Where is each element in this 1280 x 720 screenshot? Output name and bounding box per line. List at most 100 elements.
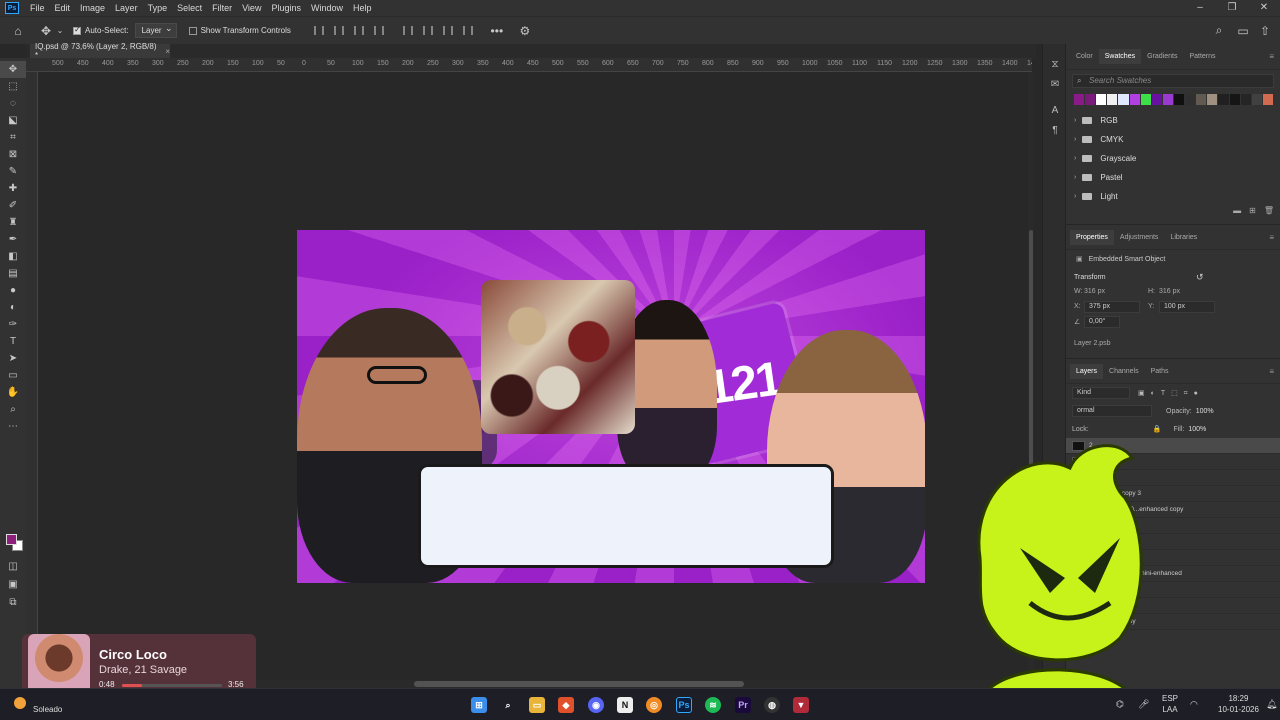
- new-swatch-icon[interactable]: ⊞: [1249, 206, 1256, 220]
- gradient-tool-icon[interactable]: ▤: [0, 265, 26, 282]
- foreground-color-swatch[interactable]: [6, 534, 17, 545]
- stamp-tool-icon[interactable]: ♜: [0, 214, 26, 231]
- blender-icon[interactable]: ◎: [646, 697, 662, 713]
- x-field[interactable]: 375 px: [1084, 301, 1140, 313]
- tab-channels[interactable]: Channels: [1103, 364, 1145, 379]
- lock-all-icon[interactable]: 🔒: [1153, 425, 1162, 433]
- swatch-group-light[interactable]: › Light: [1066, 187, 1280, 206]
- frame-tool-icon[interactable]: ⊠: [0, 146, 26, 163]
- h-value[interactable]: 316 px: [1159, 288, 1180, 295]
- notion-icon[interactable]: N: [617, 697, 633, 713]
- menu-item-filter[interactable]: Filter: [207, 3, 237, 13]
- swatch[interactable]: [1173, 94, 1185, 105]
- chevron-right-icon[interactable]: ›: [1074, 136, 1076, 143]
- swatch[interactable]: [1129, 94, 1140, 105]
- horizontal-scroll-thumb[interactable]: [414, 681, 744, 687]
- swatch[interactable]: [1251, 94, 1262, 105]
- menu-item-image[interactable]: Image: [75, 3, 110, 13]
- path-select-icon[interactable]: ➤: [0, 350, 26, 367]
- paragraph-icon[interactable]: ¶: [1043, 120, 1067, 140]
- swatch[interactable]: [1240, 94, 1251, 105]
- document-tab[interactable]: IQ.psd @ 73,6% (Layer 2, RGB/8) * ×: [30, 42, 170, 60]
- tab-layers[interactable]: Layers: [1070, 363, 1104, 379]
- blur-tool-icon[interactable]: ●: [0, 282, 26, 299]
- swatch[interactable]: [1162, 94, 1173, 105]
- minimize-icon[interactable]: –: [1184, 0, 1216, 16]
- close-tab-icon[interactable]: ×: [165, 47, 170, 56]
- windows-start-icon[interactable]: ⊞: [471, 697, 487, 713]
- search-icon[interactable]: ⌕: [1210, 22, 1228, 40]
- distribute-icon[interactable]: [373, 26, 384, 35]
- panel-menu-icon[interactable]: ≡: [1269, 233, 1274, 242]
- swatch-group-cmyk[interactable]: › CMYK: [1066, 130, 1280, 149]
- weather-icon[interactable]: [14, 697, 26, 709]
- menu-item-plugins[interactable]: Plugins: [266, 3, 306, 13]
- filter-icons[interactable]: ▣◐T⬚⌗●: [1138, 389, 1204, 398]
- artwork-canvas[interactable]: √121: [297, 230, 925, 583]
- clock[interactable]: 18:29 10-01-2026: [1218, 693, 1259, 715]
- chevron-right-icon[interactable]: ›: [1074, 155, 1076, 162]
- language-indicator[interactable]: ESP LAA: [1162, 693, 1178, 715]
- swatch[interactable]: [1085, 94, 1096, 105]
- align-top-icon[interactable]: [402, 26, 413, 35]
- tab-properties[interactable]: Properties: [1070, 229, 1114, 245]
- angle-field[interactable]: 0,00°: [1084, 316, 1120, 328]
- align-center-icon[interactable]: [333, 26, 344, 35]
- progress-bar[interactable]: [122, 684, 222, 687]
- close-window-icon[interactable]: ✕: [1248, 0, 1280, 16]
- opacity-value[interactable]: 100%: [1196, 408, 1214, 415]
- smart-object-collage[interactable]: [481, 280, 635, 434]
- w-value[interactable]: 316 px: [1084, 288, 1105, 295]
- history-icon[interactable]: ⧖: [1043, 54, 1067, 74]
- spotify-icon[interactable]: ≋: [705, 697, 721, 713]
- auto-select-dropdown[interactable]: Layer: [134, 23, 177, 38]
- tab-gradients[interactable]: Gradients: [1141, 49, 1183, 64]
- move-tool-icon[interactable]: ✥: [0, 61, 26, 78]
- screen-mode-icon[interactable]: ▣: [0, 576, 26, 593]
- align-middle-icon[interactable]: [422, 26, 433, 35]
- pen-tool-icon[interactable]: ✑: [0, 316, 26, 333]
- more-tools-icon[interactable]: ⋯: [0, 418, 26, 435]
- menu-item-help[interactable]: Help: [348, 3, 377, 13]
- workspace-icon[interactable]: ▭: [1234, 22, 1252, 40]
- menu-item-window[interactable]: Window: [306, 3, 348, 13]
- notification-icon[interactable]: 🔔︎: [1266, 699, 1277, 710]
- menu-item-layer[interactable]: Layer: [110, 3, 143, 13]
- align-right-icon[interactable]: [353, 26, 364, 35]
- chevron-right-icon[interactable]: ›: [1074, 193, 1076, 200]
- share-icon[interactable]: ⇧: [1256, 22, 1274, 40]
- eyedropper-icon[interactable]: ✎: [0, 163, 26, 180]
- swatch-group-pastel[interactable]: › Pastel: [1066, 168, 1280, 187]
- menu-item-edit[interactable]: Edit: [50, 3, 76, 13]
- comments-icon[interactable]: ✉: [1043, 74, 1067, 94]
- healing-brush-icon[interactable]: ✚: [0, 180, 26, 197]
- obs-icon[interactable]: ◍: [764, 697, 780, 713]
- new-group-icon[interactable]: ▬: [1233, 206, 1241, 220]
- show-transform-checkbox[interactable]: Show Transform Controls: [188, 26, 291, 35]
- swatch[interactable]: [1218, 94, 1229, 105]
- tab-libraries[interactable]: Libraries: [1164, 230, 1203, 245]
- edit-toolbar-icon[interactable]: ⧉: [0, 594, 26, 611]
- brave-browser-icon[interactable]: ◆: [558, 697, 574, 713]
- chevron-right-icon[interactable]: ›: [1074, 174, 1076, 181]
- character-icon[interactable]: A: [1043, 100, 1067, 120]
- panel-menu-icon[interactable]: ≡: [1269, 367, 1274, 376]
- app-icon[interactable]: ▼: [793, 697, 809, 713]
- marquee-tool-icon[interactable]: ⬚: [0, 78, 26, 95]
- swatch[interactable]: [1096, 94, 1107, 105]
- quick-mask-icon[interactable]: ◫: [0, 558, 26, 575]
- swatch[interactable]: [1107, 94, 1118, 105]
- tab-adjustments[interactable]: Adjustments: [1114, 230, 1165, 245]
- menu-item-type[interactable]: Type: [143, 3, 173, 13]
- brush-tool-icon[interactable]: ✐: [0, 197, 26, 214]
- swatch[interactable]: [1196, 94, 1207, 105]
- caption-box[interactable]: [418, 464, 834, 568]
- swatches-search-input[interactable]: ⌕ Search Swatches: [1072, 74, 1274, 88]
- eraser-icon[interactable]: ◧: [0, 248, 26, 265]
- network-icon[interactable]: ⌬: [1116, 699, 1124, 710]
- delete-swatch-icon[interactable]: 🗑: [1264, 206, 1274, 220]
- swatch[interactable]: [1140, 94, 1151, 105]
- premiere-icon[interactable]: Pr: [735, 697, 751, 713]
- dodge-tool-icon[interactable]: ◐: [0, 299, 26, 316]
- home-icon[interactable]: ⌂: [9, 22, 27, 40]
